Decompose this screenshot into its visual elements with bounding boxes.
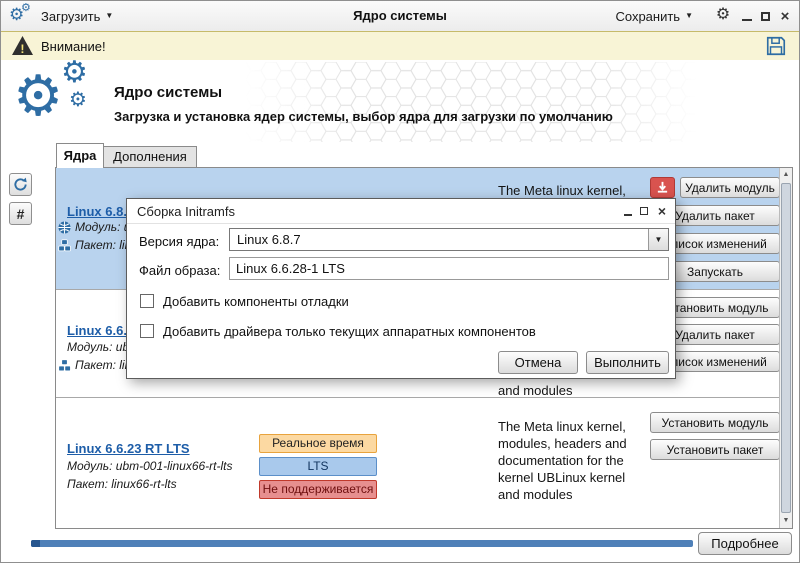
save-file-button[interactable] [765, 35, 787, 57]
image-file-label: Файл образа: [139, 263, 220, 278]
refresh-button[interactable] [9, 173, 32, 196]
gear-icon: ⚙ [21, 3, 31, 14]
close-icon: × [781, 9, 790, 24]
scroll-up-button[interactable]: ▲ [780, 168, 792, 182]
details-button[interactable]: Подробнее [698, 532, 792, 555]
minimize-button[interactable] [739, 8, 755, 24]
dialog-title: Сборка Initramfs [137, 204, 235, 219]
debug-components-label[interactable]: Добавить компоненты отладки [163, 294, 349, 309]
svg-text:!: ! [20, 42, 24, 56]
chevron-down-icon[interactable]: ▼ [648, 229, 668, 250]
install-package-button[interactable]: Установить пакет [650, 439, 780, 460]
progress-bar [31, 540, 693, 547]
dialog-close-button[interactable]: × [655, 204, 669, 218]
dialog-minimize-button[interactable] [621, 204, 635, 218]
chevron-down-icon: ▼ [105, 12, 113, 20]
warning-icon: ! [11, 35, 34, 56]
module-label: Модуль: ubm-001-linux66-rt-lts [67, 459, 233, 473]
gear-icon: ⚙ [13, 68, 63, 124]
initramfs-dialog: Сборка Initramfs × Версия ядра: Linux 6.… [126, 198, 676, 379]
warning-bar: ! Внимание! [1, 31, 799, 61]
dialog-maximize-button[interactable] [637, 204, 651, 218]
image-file-input[interactable] [229, 257, 669, 280]
warning-text: Внимание! [41, 39, 106, 54]
badge-unsupported: Не поддерживается [259, 480, 377, 499]
kernel-description: The Meta linux kernel, modules, headers … [498, 418, 650, 503]
debug-components-checkbox[interactable] [140, 294, 154, 308]
save-menu-label: Сохранить [615, 9, 680, 24]
kernel-item-linux-6-6-23-rt[interactable]: Linux 6.6.23 RT LTS Модуль: ubm-001-linu… [56, 398, 780, 528]
gears-icon: ⚙ ⚙ ⚙ [13, 60, 113, 143]
tab-addons[interactable]: Дополнения [103, 146, 197, 168]
kernel-version-label: Версия ядра: [139, 234, 219, 249]
refresh-icon [13, 177, 28, 192]
maximize-button[interactable] [757, 8, 773, 24]
dialog-titlebar: Сборка Initramfs × [127, 199, 675, 224]
module-row: Модуль: ubm-001-linux66-rt-lts [67, 459, 233, 473]
package-label: Пакет: linux66-rt-lts [67, 477, 177, 491]
scroll-thumb[interactable] [781, 183, 791, 513]
kernel-version-select[interactable]: Linux 6.8.7 ▼ [229, 228, 669, 251]
progress-chunk [31, 540, 40, 547]
close-button[interactable]: × [777, 8, 793, 24]
package-installed-icon [58, 359, 71, 372]
package-row: Пакет: linux66-rt-lts [67, 477, 177, 491]
hash-button[interactable]: # [9, 202, 32, 225]
chevron-down-icon: ▼ [685, 12, 693, 20]
current-drivers-label[interactable]: Добавить драйвера только текущих аппарат… [163, 324, 536, 339]
save-menu-button[interactable]: Сохранить ▼ [609, 1, 699, 31]
scroll-down-button[interactable]: ▼ [780, 514, 792, 528]
badge-realtime: Реальное время [259, 434, 377, 453]
hexagon-pattern [246, 62, 696, 142]
minimize-icon [624, 214, 632, 216]
kernel-title-link[interactable]: Linux 6.6.23 RT LTS [67, 441, 190, 456]
titlebar: ⚙ ⚙ Загрузить ▼ Ядро системы Сохранить ▼… [1, 1, 799, 31]
maximize-icon [640, 207, 648, 215]
load-menu-label: Загрузить [41, 9, 100, 24]
app-logo-icon: ⚙ ⚙ [9, 4, 35, 28]
page-subtitle: Загрузка и установка ядер системы, выбор… [114, 109, 613, 124]
hash-icon: # [17, 206, 25, 222]
app-window: ⚙ ⚙ Загрузить ▼ Ядро системы Сохранить ▼… [0, 0, 800, 563]
page-header: ⚙ ⚙ ⚙ Ядро системы Загрузка и установка … [1, 60, 799, 143]
badge-lts: LTS [259, 457, 377, 476]
vertical-scrollbar[interactable]: ▲ ▼ [779, 168, 792, 528]
download-initramfs-button[interactable] [650, 177, 675, 198]
gear-icon: ⚙ [716, 7, 730, 23]
cancel-button[interactable]: Отмена [498, 351, 578, 374]
page-title: Ядро системы [114, 84, 222, 101]
minimize-icon [742, 19, 752, 21]
execute-button[interactable]: Выполнить [586, 351, 669, 374]
gear-icon: ⚙ [69, 90, 87, 110]
close-icon: × [658, 203, 666, 219]
install-module-button[interactable]: Установить модуль [650, 412, 780, 433]
current-drivers-checkbox[interactable] [140, 324, 154, 338]
settings-button[interactable]: ⚙ [715, 7, 731, 23]
kernel-title-link[interactable]: Linux 6.8.7 [67, 204, 134, 219]
tab-kernels[interactable]: Ядра [56, 143, 104, 168]
maximize-icon [761, 12, 770, 21]
module-installed-icon [58, 221, 71, 234]
kernel-version-value: Linux 6.8.7 [237, 229, 301, 250]
delete-module-button[interactable]: Удалить модуль [680, 177, 780, 198]
gear-icon: ⚙ [61, 60, 88, 88]
load-menu-button[interactable]: Загрузить ▼ [35, 1, 119, 31]
download-icon [656, 181, 669, 194]
package-installed-icon [58, 239, 71, 252]
